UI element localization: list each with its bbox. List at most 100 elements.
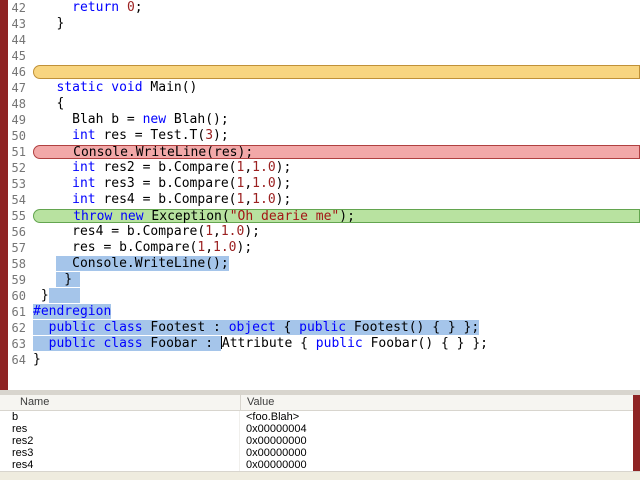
code-text: Console.WriteLine(); xyxy=(33,256,640,272)
code-lines: 42 return 0; 43 } 44 45 46 47 static void Mai… xyxy=(0,0,640,390)
line-number[interactable]: 52 xyxy=(0,160,33,176)
code-line[interactable]: 59 } xyxy=(0,272,640,288)
horizontal-scrollbar-track[interactable] xyxy=(0,471,640,480)
code-text-highlight-red: Console.WriteLine(res); xyxy=(33,145,640,159)
code-token: 1 xyxy=(205,224,214,239)
code-token: ); xyxy=(244,224,260,239)
selected-code-token: #endregion xyxy=(33,304,112,319)
code-token: res = Test.T( xyxy=(95,128,206,143)
code-line[interactable]: 48 { xyxy=(0,96,640,112)
line-number[interactable]: 46 xyxy=(0,64,33,80)
code-text-highlight-green: throw new Exception("Oh dearie me"); xyxy=(33,209,640,223)
code-line[interactable]: 44 xyxy=(0,32,640,48)
line-number[interactable]: 44 xyxy=(0,32,33,48)
selected-code-token: Footest : xyxy=(142,320,229,335)
code-line[interactable]: 46 xyxy=(0,64,640,80)
line-number[interactable]: 51 xyxy=(0,144,33,160)
code-line[interactable]: 45 xyxy=(0,48,640,64)
line-number[interactable]: 43 xyxy=(0,16,33,32)
code-editor[interactable]: 42 return 0; 43 } 44 45 46 47 static void Mai… xyxy=(0,0,640,390)
line-number[interactable]: 56 xyxy=(0,224,33,240)
watch-name-cell[interactable]: res4 xyxy=(0,459,240,471)
line-number[interactable]: 64 xyxy=(0,352,33,368)
code-line[interactable]: 58 Console.WriteLine(); xyxy=(0,256,640,272)
code-line[interactable]: 57 res = b.Compare(1,1.0); xyxy=(0,240,640,256)
code-line[interactable]: 49 Blah b = new Blah(); xyxy=(0,112,640,128)
code-token: Console.WriteLine(res); xyxy=(34,145,254,160)
line-number[interactable]: 59 xyxy=(0,272,33,288)
code-token: ); xyxy=(339,209,355,224)
watch-value-cell[interactable]: 0x00000004 xyxy=(240,423,640,435)
selected-code-token xyxy=(33,336,49,351)
line-number[interactable]: 53 xyxy=(0,176,33,192)
line-number[interactable]: 50 xyxy=(0,128,33,144)
watch-row[interactable]: res2 0x00000000 xyxy=(0,435,640,447)
watch-name-cell[interactable]: res xyxy=(0,423,240,435)
code-line[interactable]: 53 int res3 = b.Compare(1,1.0); xyxy=(0,176,640,192)
line-number[interactable]: 58 xyxy=(0,256,33,272)
code-token: int xyxy=(72,160,96,175)
code-line[interactable]: 54 int res4 = b.Compare(1,1.0); xyxy=(0,192,640,208)
watch-right-strip xyxy=(633,395,640,471)
line-number[interactable]: 61 xyxy=(0,304,33,320)
code-text: } xyxy=(33,272,640,288)
watch-value-cell[interactable]: 0x00000000 xyxy=(240,435,640,447)
watch-row[interactable]: b <foo.Blah> xyxy=(0,411,640,423)
code-line[interactable]: 47 static void Main() xyxy=(0,80,640,96)
code-token: 1.0 xyxy=(252,160,276,175)
watch-row[interactable]: res4 0x00000000 xyxy=(0,459,640,471)
code-line[interactable]: 43 } xyxy=(0,16,640,32)
code-line[interactable]: 60 } xyxy=(0,288,640,304)
code-line[interactable]: 50 int res = Test.T(3); xyxy=(0,128,640,144)
watch-value-cell[interactable]: <foo.Blah> xyxy=(240,411,640,423)
code-line[interactable]: 42 return 0; xyxy=(0,0,640,16)
selected-code-token: public xyxy=(48,336,96,351)
code-token: res3 = b.Compare( xyxy=(95,176,237,191)
line-number[interactable]: 63 xyxy=(0,336,33,352)
code-text: res = b.Compare(1,1.0); xyxy=(33,240,640,256)
watch-name-cell[interactable]: res3 xyxy=(0,447,240,459)
watch-value-cell[interactable]: 0x00000000 xyxy=(240,459,640,471)
line-number[interactable]: 48 xyxy=(0,96,33,112)
watch-row[interactable]: res3 0x00000000 xyxy=(0,447,640,459)
code-line[interactable]: 62 public class Footest : object { publi… xyxy=(0,320,640,336)
code-text: int res2 = b.Compare(1,1.0); xyxy=(33,160,640,176)
line-number[interactable]: 54 xyxy=(0,192,33,208)
code-line[interactable]: 51 Console.WriteLine(res); xyxy=(0,144,640,160)
watch-column-header-value[interactable]: Value xyxy=(240,395,640,410)
line-number[interactable]: 60 xyxy=(0,288,33,304)
code-token: "Oh dearie me" xyxy=(229,209,340,224)
code-token: 1.0 xyxy=(220,224,245,239)
line-number[interactable]: 45 xyxy=(0,48,33,64)
code-token: new xyxy=(142,112,167,127)
watch-column-header-name[interactable]: Name xyxy=(0,395,240,410)
line-number[interactable]: 42 xyxy=(0,0,33,16)
code-line[interactable]: 52 int res2 = b.Compare(1,1.0); xyxy=(0,160,640,176)
watch-value-cell[interactable]: 0x00000000 xyxy=(240,447,640,459)
line-number[interactable]: 62 xyxy=(0,320,33,336)
code-text: } xyxy=(33,352,640,368)
code-token: , xyxy=(205,240,214,255)
line-number[interactable]: 47 xyxy=(0,80,33,96)
code-token: res4 = b.Compare( xyxy=(33,224,206,239)
code-line[interactable]: 61 #endregion xyxy=(0,304,640,320)
line-number[interactable]: 57 xyxy=(0,240,33,256)
watch-name-cell[interactable]: res2 xyxy=(0,435,240,447)
code-line[interactable]: 56 res4 = b.Compare(1,1.0); xyxy=(0,224,640,240)
watch-name-cell[interactable]: b xyxy=(0,411,240,423)
selected-code-token: { xyxy=(275,320,300,335)
watch-row[interactable]: res 0x00000004 xyxy=(0,423,640,435)
code-token: int xyxy=(72,176,96,191)
line-number[interactable]: 55 xyxy=(0,208,33,224)
selected-code-token xyxy=(33,320,49,335)
line-number[interactable]: 49 xyxy=(0,112,33,128)
selected-code-token: Foobar : xyxy=(142,336,221,351)
code-line[interactable]: 63 public class Foobar : Attribute { pub… xyxy=(0,336,640,352)
code-line[interactable]: 64} xyxy=(0,352,640,368)
code-line[interactable]: 55 throw new Exception("Oh dearie me"); xyxy=(0,208,640,224)
